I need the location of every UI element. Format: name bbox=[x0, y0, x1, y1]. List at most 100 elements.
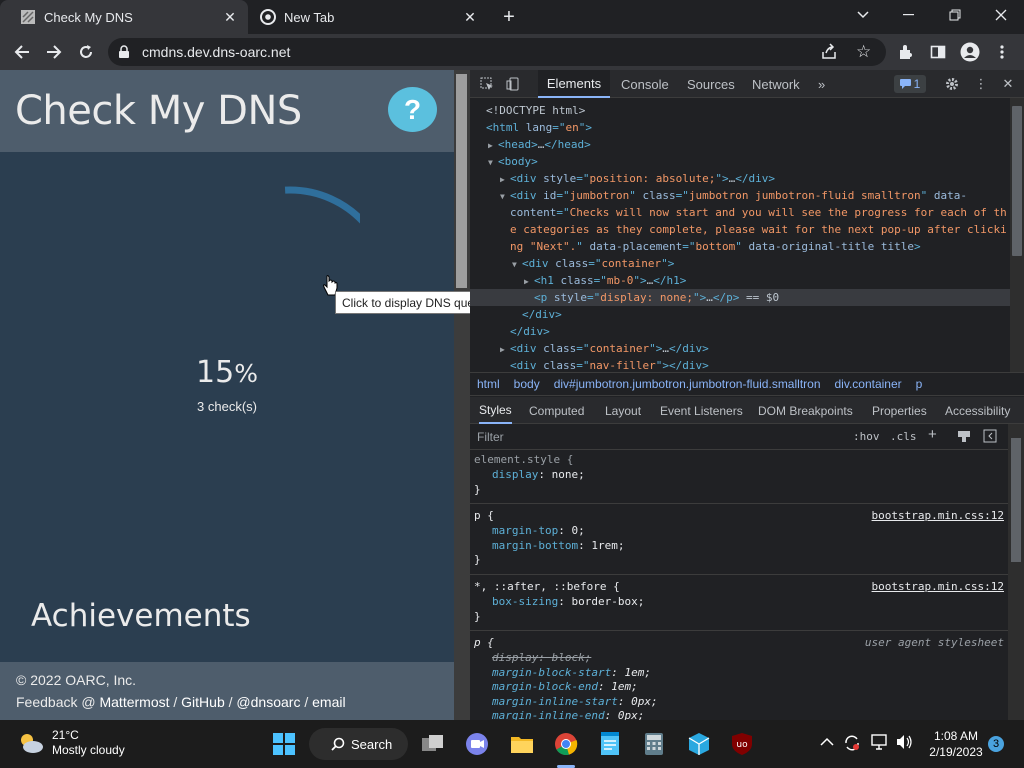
tab-elements[interactable]: Elements bbox=[538, 70, 610, 98]
weather-widget[interactable]: 21°C Mostly cloudy bbox=[18, 728, 125, 758]
chrome-taskbar-icon[interactable] bbox=[552, 730, 580, 758]
new-tab-button[interactable]: + bbox=[498, 6, 520, 28]
twitter-link[interactable]: @dnsoarc bbox=[236, 694, 300, 710]
css-declaration[interactable]: margin-top: 0; bbox=[492, 523, 585, 538]
email-link[interactable]: email bbox=[312, 694, 345, 710]
tab-new-tab[interactable]: New Tab ✕ bbox=[248, 0, 488, 34]
css-rule[interactable]: element.style {display: none;} bbox=[470, 451, 1008, 504]
page-scrollbar[interactable] bbox=[454, 70, 470, 720]
network-monitor-icon[interactable] bbox=[871, 734, 889, 753]
taskbar-search[interactable]: Search bbox=[309, 728, 408, 760]
devtools-menu-icon[interactable]: ⋮ bbox=[972, 75, 990, 93]
stylesheet-link[interactable]: bootstrap.min.css:12 bbox=[872, 508, 1004, 523]
breadcrumb-item[interactable]: div#jumbotron.jumbotron.jumbotron-fluid.… bbox=[554, 377, 821, 391]
expand-arrow-icon[interactable]: ▼ bbox=[512, 256, 522, 273]
more-tabs-icon[interactable]: » bbox=[818, 70, 825, 98]
bookmark-star-icon[interactable]: ☆ bbox=[856, 42, 871, 62]
styles-scrollbar[interactable] bbox=[1008, 424, 1024, 720]
close-devtools-icon[interactable]: ✕ bbox=[999, 75, 1017, 93]
dom-node[interactable]: ▼ <body> bbox=[470, 153, 1010, 170]
styles-tab-computed[interactable]: Computed bbox=[529, 397, 584, 424]
css-rule[interactable]: p {bootstrap.min.css:12 margin-top: 0; mar… bbox=[470, 507, 1008, 575]
dom-node[interactable]: <p style="display: none;">…</p> == $0 bbox=[470, 289, 1010, 306]
css-declaration[interactable]: margin-inline-end: 0px; bbox=[492, 708, 644, 720]
close-window-icon[interactable] bbox=[978, 0, 1024, 30]
tab-network[interactable]: Network bbox=[752, 70, 800, 98]
close-tab-icon[interactable]: ✕ bbox=[460, 7, 480, 27]
toggle-sidebar-icon[interactable] bbox=[983, 429, 997, 446]
back-icon[interactable] bbox=[10, 40, 34, 64]
dom-node[interactable]: <html lang="en"> bbox=[470, 119, 1010, 136]
breadcrumb-item[interactable]: body bbox=[514, 377, 540, 391]
scrollbar-thumb[interactable] bbox=[1011, 438, 1021, 562]
css-declaration[interactable]: box-sizing: border-box; bbox=[492, 594, 644, 609]
side-panel-icon[interactable] bbox=[926, 40, 950, 64]
breadcrumb-item[interactable]: html bbox=[477, 377, 500, 391]
dom-scrollbar[interactable] bbox=[1010, 98, 1024, 372]
dom-node[interactable]: <div class="nav-filler"></div> bbox=[470, 357, 1010, 372]
close-tab-icon[interactable]: ✕ bbox=[220, 7, 240, 27]
scrollbar-thumb[interactable] bbox=[456, 74, 467, 288]
dom-node[interactable]: ▼ <div class="container"> bbox=[470, 255, 1010, 272]
taskbar-clock[interactable]: 1:08 AM 2/19/2023 bbox=[920, 728, 992, 760]
menu-kebab-icon[interactable] bbox=[990, 40, 1014, 64]
expand-arrow-icon[interactable]: ▶ bbox=[524, 273, 534, 290]
dom-node[interactable]: ▶ <h1 class="mb-0">…</h1> bbox=[470, 272, 1010, 289]
css-declaration[interactable]: margin-block-end: 1em; bbox=[492, 679, 638, 694]
lock-icon[interactable] bbox=[118, 45, 130, 64]
dom-node[interactable]: ▼ <div id="jumbotron" class="jumbotron ju… bbox=[470, 187, 1010, 204]
css-declaration[interactable]: margin-inline-start: 0px; bbox=[492, 694, 658, 709]
mattermost-link[interactable]: Mattermost bbox=[99, 694, 169, 710]
forward-icon[interactable] bbox=[42, 40, 66, 64]
extensions-icon[interactable] bbox=[894, 40, 918, 64]
dom-node[interactable]: ▶ <div style="position: absolute;">…</div… bbox=[470, 170, 1010, 187]
css-rule[interactable]: *, ::after, ::before {bootstrap.min.css:… bbox=[470, 578, 1008, 631]
expand-arrow-icon[interactable]: ▶ bbox=[500, 171, 510, 188]
start-windows-icon[interactable] bbox=[270, 730, 298, 758]
reload-icon[interactable] bbox=[74, 40, 98, 64]
task-view-icon[interactable] bbox=[419, 730, 447, 758]
stylesheet-link[interactable]: bootstrap.min.css:12 bbox=[872, 579, 1004, 594]
tab-console[interactable]: Console bbox=[621, 70, 669, 98]
address-bar[interactable]: cmdns.dev.dns-oarc.net ☆ bbox=[108, 38, 886, 66]
hov-toggle[interactable]: :hov bbox=[853, 430, 880, 443]
breadcrumb-item[interactable]: div.container bbox=[835, 377, 902, 391]
styles-tab-dom-breakpoints[interactable]: DOM Breakpoints bbox=[758, 397, 853, 424]
settings-gear-icon[interactable] bbox=[943, 75, 961, 93]
share-icon[interactable] bbox=[820, 43, 838, 66]
ublock-origin-icon[interactable]: uo bbox=[728, 730, 756, 758]
notification-badge[interactable]: 3 bbox=[988, 736, 1004, 752]
expand-arrow-icon[interactable]: ▼ bbox=[500, 188, 510, 205]
volume-icon[interactable] bbox=[896, 734, 914, 753]
breadcrumb-item[interactable]: p bbox=[916, 377, 923, 391]
restore-icon[interactable] bbox=[932, 0, 978, 30]
new-rule-icon[interactable]: + bbox=[928, 426, 937, 443]
help-button[interactable]: ? bbox=[388, 87, 437, 132]
styles-tab-event-listeners[interactable]: Event Listeners bbox=[660, 397, 743, 424]
cls-toggle[interactable]: .cls bbox=[890, 430, 917, 443]
profile-avatar-icon[interactable] bbox=[958, 40, 982, 64]
filter-input[interactable]: Filter bbox=[477, 430, 504, 444]
issues-badge[interactable]: 1 bbox=[894, 75, 926, 93]
tab-sources[interactable]: Sources bbox=[687, 70, 735, 98]
styles-tab-layout[interactable]: Layout bbox=[605, 397, 641, 424]
styles-tab-properties[interactable]: Properties bbox=[872, 397, 927, 424]
teams-chat-icon[interactable] bbox=[463, 730, 491, 758]
css-declaration[interactable]: display: block; bbox=[492, 650, 591, 665]
calculator-icon[interactable] bbox=[640, 730, 668, 758]
css-declaration[interactable]: display: none; bbox=[492, 467, 585, 482]
dom-node[interactable]: e categories as they complete, please wa… bbox=[470, 221, 1010, 238]
checks-count[interactable]: 3 check(s) bbox=[0, 399, 454, 414]
chevron-up-icon[interactable] bbox=[820, 734, 834, 750]
sync-icon[interactable] bbox=[843, 734, 861, 755]
css-declaration[interactable]: margin-bottom: 1rem; bbox=[492, 538, 624, 553]
expand-arrow-icon[interactable]: ▶ bbox=[488, 137, 498, 154]
dom-node[interactable]: </div> bbox=[470, 306, 1010, 323]
dom-node[interactable]: content="Checks will now start and you w… bbox=[470, 204, 1010, 221]
minimize-icon[interactable] bbox=[886, 0, 932, 30]
styles-tab-styles[interactable]: Styles bbox=[479, 397, 512, 424]
expand-arrow-icon[interactable]: ▼ bbox=[488, 154, 498, 171]
paint-icon[interactable] bbox=[957, 429, 971, 446]
styles-tab-accessibility[interactable]: Accessibility bbox=[945, 397, 1010, 424]
css-declaration[interactable]: margin-block-start: 1em; bbox=[492, 665, 651, 680]
